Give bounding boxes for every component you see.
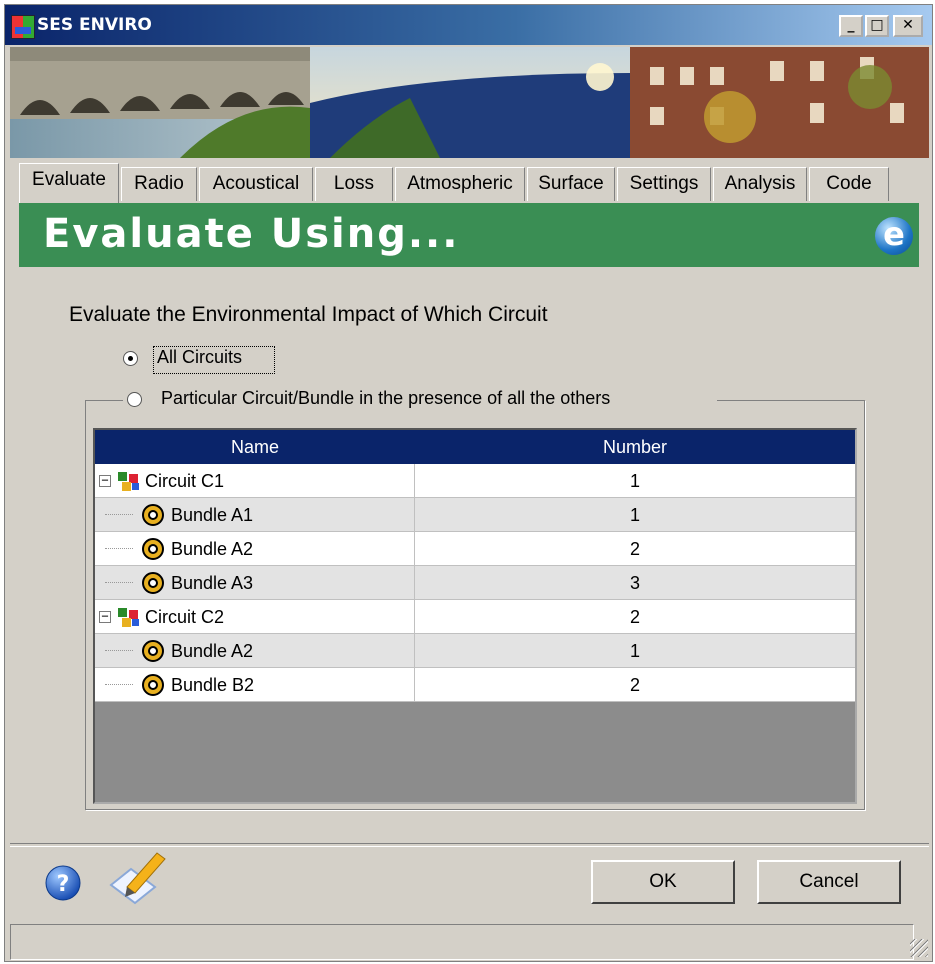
banner-image [10,47,929,158]
title-bar[interactable]: SES ENVIRO _ □ ✕ [5,5,932,45]
bundle-icon [142,640,164,662]
main-window: SES ENVIRO _ □ ✕ Evaluate Radio Acoustic… [4,4,933,962]
app-icon[interactable] [11,15,35,39]
radio-particular-circuit[interactable]: Particular Circuit/Bundle in the presenc… [123,386,717,414]
row-number: 1 [629,505,640,525]
table-row[interactable]: − Circuit C1 1 [95,464,855,498]
table-row[interactable]: − Circuit C2 2 [95,600,855,634]
tree-connector [105,650,133,651]
circuit-grid[interactable]: Name Number − Circuit C1 1 Bundle A1 1 B… [93,428,857,804]
cancel-button[interactable]: Cancel [757,860,901,904]
tree-connector [105,684,133,685]
table-row[interactable]: Bundle A1 1 [95,498,855,532]
tree-connector [105,514,133,515]
tree-connector [105,548,133,549]
row-name: Bundle A2 [171,641,254,661]
tab-analysis[interactable]: Analysis [713,167,807,201]
tab-evaluate[interactable]: Evaluate [19,163,119,203]
row-name: Circuit C1 [145,471,225,491]
row-number: 2 [629,539,640,559]
bundle-icon [142,538,164,560]
row-number: 2 [629,607,640,627]
window-title: SES ENVIRO [37,15,152,35]
tab-code[interactable]: Code [809,167,889,201]
tree-connector [105,582,133,583]
tab-surface[interactable]: Surface [527,167,615,201]
grid-header: Name Number [95,430,855,464]
table-row[interactable]: Bundle A3 3 [95,566,855,600]
radio-all-label: All Circuits [157,347,243,367]
table-row[interactable]: Bundle B2 2 [95,668,855,702]
bundle-icon [142,674,164,696]
row-name: Bundle A3 [171,573,254,593]
help-icon[interactable]: ? [43,863,83,903]
column-header-number[interactable]: Number [415,430,855,464]
bundle-icon [142,572,164,594]
close-button[interactable]: ✕ [893,15,923,37]
row-name: Bundle B2 [171,675,255,695]
status-bar [10,924,914,960]
resize-grip[interactable] [910,939,928,957]
tab-atmospheric[interactable]: Atmospheric [395,167,525,201]
circuit-icon [118,608,139,627]
collapse-icon[interactable]: − [99,610,111,623]
row-name: Bundle A2 [171,539,254,559]
collapse-icon[interactable]: − [99,474,111,487]
table-row[interactable]: Bundle A2 2 [95,532,855,566]
svg-text:?: ? [57,872,70,897]
tab-loss[interactable]: Loss [315,167,393,201]
section-title: Evaluate Using... [43,211,460,257]
circuit-icon [118,472,139,491]
edit-icon[interactable] [105,847,167,905]
evaluate-e-icon: e [875,217,913,255]
radio-button-unchecked[interactable] [127,392,142,407]
row-number: 1 [629,471,640,491]
table-row[interactable]: Bundle A2 1 [95,634,855,668]
maximize-button[interactable]: □ [865,15,889,37]
tab-settings[interactable]: Settings [617,167,711,201]
minimize-button[interactable]: _ [839,15,863,37]
row-name: Circuit C2 [145,607,225,627]
radio-particular-label: Particular Circuit/Bundle in the presenc… [161,388,611,408]
row-number: 3 [629,573,640,593]
question-label: Evaluate the Environmental Impact of Whi… [69,303,548,326]
row-number: 1 [629,641,640,661]
column-header-name[interactable]: Name [95,430,415,464]
row-number: 2 [629,675,640,695]
tab-radio[interactable]: Radio [121,167,197,201]
section-header: Evaluate Using... e [19,203,919,267]
tab-strip: Evaluate Radio Acoustical Loss Atmospher… [19,163,919,203]
radio-button-checked[interactable] [123,351,138,366]
row-name: Bundle A1 [171,505,254,525]
tab-acoustical[interactable]: Acoustical [199,167,313,201]
ok-button[interactable]: OK [591,860,735,904]
bundle-icon [142,504,164,526]
